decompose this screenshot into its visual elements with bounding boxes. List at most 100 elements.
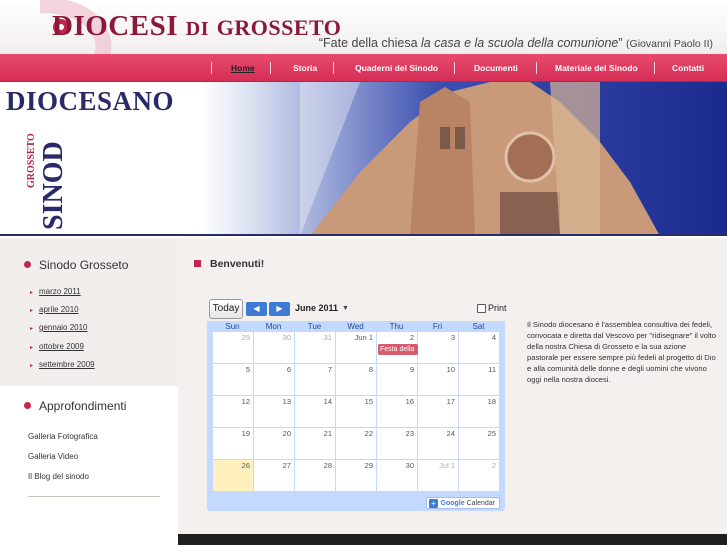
link-galleria-video[interactable]: Galleria Video bbox=[28, 452, 78, 461]
calendar-day-cell[interactable]: 29 bbox=[336, 460, 376, 491]
archive-link[interactable]: ▸ ottobre 2009 bbox=[30, 342, 84, 351]
calendar-day-cell[interactable]: 16 bbox=[377, 396, 417, 427]
welcome-title: Benvenuti! bbox=[210, 258, 265, 270]
calendar-day-cell[interactable]: 30 bbox=[254, 332, 294, 363]
calendar-day-cell[interactable]: 24 bbox=[418, 428, 458, 459]
calendar-day-cell[interactable]: 2 bbox=[459, 460, 499, 491]
calendar-day-cell[interactable]: Jul 1 bbox=[418, 460, 458, 491]
day-number: 16 bbox=[405, 397, 414, 406]
calendar-event[interactable]: Festa della bbox=[378, 344, 418, 355]
nav-separator bbox=[454, 62, 455, 74]
calendar-day-cell[interactable]: 9 bbox=[377, 364, 417, 395]
calendar-day-cell[interactable]: 19 bbox=[213, 428, 253, 459]
nav-separator bbox=[333, 62, 334, 74]
calendar-day-cell[interactable]: 22 bbox=[336, 428, 376, 459]
day-number: 18 bbox=[487, 397, 496, 406]
calendar-day-cell[interactable]: 3 bbox=[418, 332, 458, 363]
chevron-down-icon[interactable]: ▼ bbox=[342, 305, 349, 312]
archive-label: gennaio 2010 bbox=[39, 323, 88, 332]
archive-label: aprile 2010 bbox=[39, 305, 79, 314]
calendar-day-cell[interactable]: 12 bbox=[213, 396, 253, 427]
nav-separator bbox=[211, 62, 212, 74]
day-number: 9 bbox=[409, 365, 414, 374]
calendar-day-cell[interactable]: 10 bbox=[418, 364, 458, 395]
calendar-day-cell[interactable]: 17 bbox=[418, 396, 458, 427]
arrow-right-icon: ▸ bbox=[30, 363, 34, 369]
calendar-day-cell[interactable]: 18 bbox=[459, 396, 499, 427]
arrow-right-icon: ▸ bbox=[30, 308, 34, 314]
next-month-button[interactable]: ▶ bbox=[269, 302, 290, 316]
archive-link[interactable]: ▸ aprile 2010 bbox=[30, 305, 79, 314]
calendar-day-cell[interactable]: Jun 1 bbox=[336, 332, 376, 363]
nav-home[interactable]: Home bbox=[231, 54, 255, 82]
welcome-heading: Benvenuti! bbox=[194, 258, 264, 270]
calendar-day-cell[interactable]: 20 bbox=[254, 428, 294, 459]
link-blog-sinodo[interactable]: Il Blog del sinodo bbox=[28, 472, 89, 481]
main-nav: Home Storia Quaderni del Sinodo Document… bbox=[0, 54, 727, 82]
calendar-day-cell[interactable]: 8 bbox=[336, 364, 376, 395]
calendar-day-cell[interactable]: 28 bbox=[295, 460, 335, 491]
nav-materiale[interactable]: Materiale del Sinodo bbox=[555, 54, 638, 82]
nav-quaderni[interactable]: Quaderni del Sinodo bbox=[355, 54, 438, 82]
calendar-month-label: June 2011 bbox=[295, 303, 339, 313]
calendar-day-cell[interactable]: 30 bbox=[377, 460, 417, 491]
day-number: 8 bbox=[368, 365, 373, 374]
day-number: 29 bbox=[364, 461, 373, 470]
day-number: 3 bbox=[450, 333, 455, 342]
sidebar-section-approfondimenti: Approfondimenti bbox=[24, 399, 126, 413]
day-number: 7 bbox=[327, 365, 332, 374]
calendar-day-cell[interactable]: 6 bbox=[254, 364, 294, 395]
banner-sinodo-mark: GROSSETO SINOD bbox=[26, 118, 69, 233]
calendar-day-cell[interactable]: 29 bbox=[213, 332, 253, 363]
calendar-day-cell[interactable]: 14 bbox=[295, 396, 335, 427]
google-word: Google bbox=[440, 500, 465, 507]
day-number: 31 bbox=[323, 333, 332, 342]
calendar-day-cell[interactable]: 26 bbox=[213, 460, 253, 491]
print-button[interactable]: Print bbox=[477, 303, 507, 314]
bullet-icon bbox=[24, 261, 31, 269]
arrow-right-icon: ▸ bbox=[30, 345, 34, 351]
calendar-day-cell[interactable]: 25 bbox=[459, 428, 499, 459]
nav-contatti[interactable]: Contatti bbox=[672, 54, 704, 82]
day-of-week-header: Sun bbox=[225, 322, 240, 331]
calendar-day-cell[interactable]: 23 bbox=[377, 428, 417, 459]
day-number: 21 bbox=[323, 429, 332, 438]
calendar-day-cell[interactable]: 13 bbox=[254, 396, 294, 427]
day-number: 29 bbox=[241, 333, 250, 342]
nav-storia[interactable]: Storia bbox=[293, 54, 317, 82]
day-number: Jul 1 bbox=[439, 461, 455, 470]
right-arrow-icon: ▶ bbox=[276, 304, 283, 313]
calendar-day-cell[interactable]: 21 bbox=[295, 428, 335, 459]
calendar-day-cell[interactable]: 7 bbox=[295, 364, 335, 395]
day-number: 17 bbox=[446, 397, 455, 406]
sidebar-section-title: Approfondimenti bbox=[39, 399, 127, 413]
day-number: 27 bbox=[282, 461, 291, 470]
prev-month-button[interactable]: ◀ bbox=[246, 302, 267, 316]
calendar-day-cell[interactable]: 5 bbox=[213, 364, 253, 395]
quote-author: (Giovanni Paolo II) bbox=[626, 38, 713, 50]
day-number: 26 bbox=[241, 461, 250, 470]
nav-separator bbox=[654, 62, 655, 74]
site-logo[interactable]: DIOCESI DI GROSSETO bbox=[52, 10, 341, 43]
calendar-day-cell[interactable]: 11 bbox=[459, 364, 499, 395]
archive-link[interactable]: ▸ gennaio 2010 bbox=[30, 323, 88, 332]
calendar-day-cell[interactable]: 31 bbox=[295, 332, 335, 363]
archive-link[interactable]: ▸ settembre 2009 bbox=[30, 360, 95, 369]
banner-diocesano: DIOCESANO bbox=[6, 86, 175, 116]
logo-main: DIOCESI bbox=[52, 10, 178, 42]
calendar-day-cell[interactable]: 15 bbox=[336, 396, 376, 427]
google-calendar-button[interactable]: + Google Calendar bbox=[426, 497, 500, 509]
day-number: 25 bbox=[487, 429, 496, 438]
day-number: 30 bbox=[405, 461, 414, 470]
link-galleria-fotografica[interactable]: Galleria Fotografica bbox=[28, 432, 98, 441]
today-button[interactable]: Today bbox=[209, 299, 243, 319]
nav-documenti[interactable]: Documenti bbox=[474, 54, 518, 82]
archive-link[interactable]: ▸ marzo 2011 bbox=[30, 287, 81, 296]
day-number: 13 bbox=[282, 397, 291, 406]
calendar-day-cell[interactable]: 4 bbox=[459, 332, 499, 363]
print-label: Print bbox=[488, 303, 507, 313]
sidebar-footer-space bbox=[0, 498, 178, 534]
day-number: 19 bbox=[241, 429, 250, 438]
calendar-day-cell[interactable]: 27 bbox=[254, 460, 294, 491]
sidebar-section-sinodo: Sinodo Grosseto bbox=[24, 258, 128, 272]
